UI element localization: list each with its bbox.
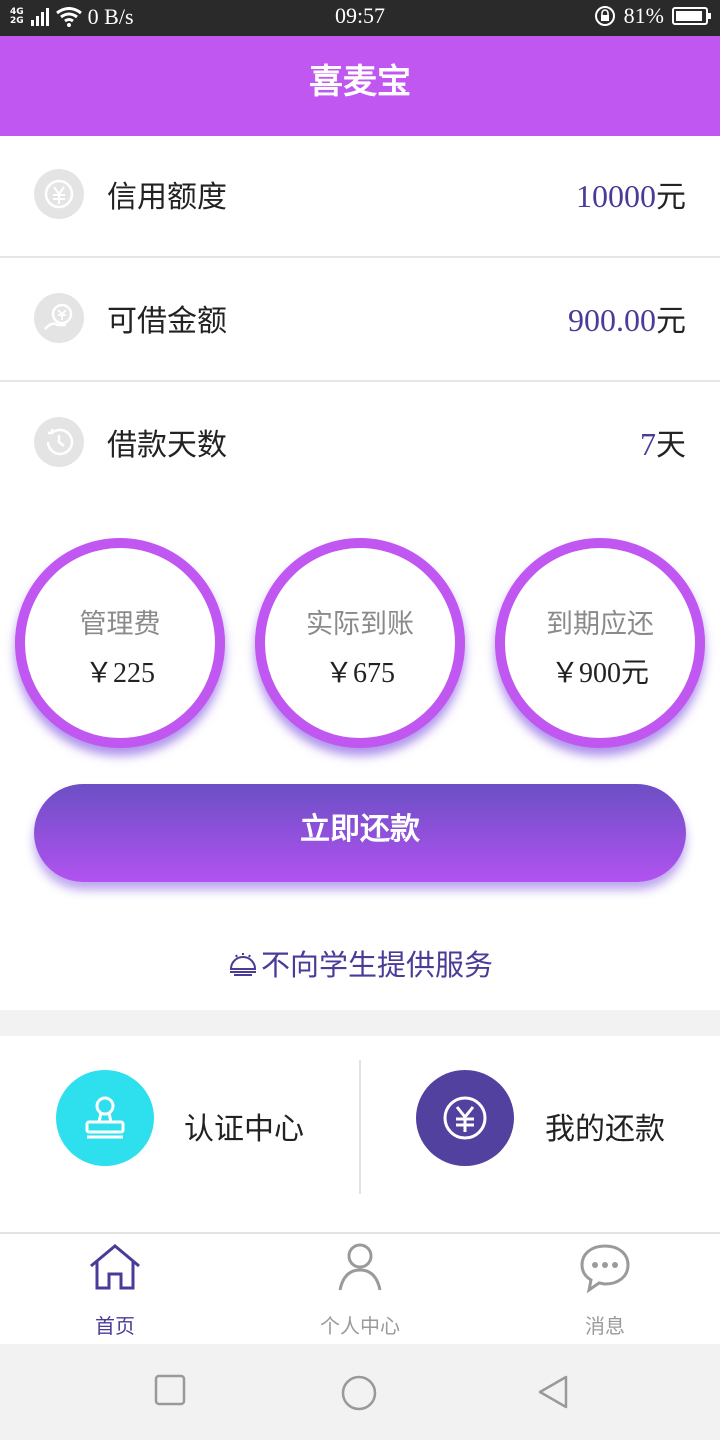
- recent-apps-icon[interactable]: [154, 1374, 186, 1406]
- loan-days-label: 借款天数: [107, 428, 227, 463]
- tab-profile[interactable]: 个人中心: [240, 1234, 480, 1346]
- person-icon: [338, 1243, 382, 1291]
- bell-icon: [229, 953, 256, 976]
- page-title: 喜麦宝: [0, 36, 720, 136]
- management-fee-circle: 管理费 ￥225: [15, 538, 225, 748]
- home-icon: [90, 1244, 140, 1290]
- due-amount-title: 到期应还: [546, 609, 654, 640]
- certification-center-link[interactable]: 认证中心: [184, 1104, 304, 1148]
- chat-bubble-icon: [580, 1244, 630, 1294]
- student-notice: 不向学生提供服务: [0, 942, 720, 984]
- back-icon[interactable]: [536, 1374, 570, 1410]
- status-right: 81%: [594, 3, 711, 29]
- loan-days-value: 7天: [640, 426, 686, 463]
- yen-circle-icon: [34, 169, 84, 219]
- tab-messages[interactable]: 消息: [485, 1234, 720, 1346]
- yen-hand-icon: [34, 293, 84, 343]
- loan-days-row: 借款天数 7天: [0, 384, 720, 506]
- due-amount-circle: 到期应还 ￥900元: [495, 538, 705, 748]
- management-fee-value: ￥225: [84, 658, 155, 689]
- available-amount-value: 900.00元: [568, 302, 686, 339]
- bottom-tab-bar: 首页 个人中心 消息: [0, 1232, 720, 1344]
- credit-limit-label: 信用额度: [107, 180, 227, 215]
- tab-home[interactable]: 首页: [0, 1234, 235, 1346]
- battery-percent: 81%: [623, 3, 664, 28]
- credit-limit-row: 信用额度 10000元: [0, 136, 720, 258]
- battery-icon: [672, 7, 711, 25]
- credit-limit-value: 10000元: [576, 178, 686, 215]
- notice-text: 不向学生提供服务: [260, 948, 493, 982]
- yen-icon[interactable]: [416, 1070, 514, 1166]
- quick-links: 认证中心 我的还款: [0, 1036, 720, 1232]
- rotation-lock-icon: [594, 6, 615, 26]
- home-nav-icon[interactable]: [340, 1374, 378, 1412]
- available-amount-row: 可借金额 900.00元: [0, 260, 720, 382]
- tab-messages-label: 消息: [585, 1314, 625, 1338]
- stamp-icon[interactable]: [56, 1070, 154, 1166]
- quick-links-divider: [359, 1060, 361, 1194]
- actual-received-title: 实际到账: [306, 609, 414, 640]
- system-nav-bar: [0, 1344, 720, 1440]
- status-bar: 4G 2G 0 B/s 09:57 81%: [0, 0, 720, 36]
- my-repayments-link[interactable]: 我的还款: [545, 1104, 665, 1148]
- tab-profile-label: 个人中心: [320, 1314, 400, 1338]
- tab-home-label: 首页: [95, 1314, 135, 1338]
- clock-history-icon: [34, 417, 84, 467]
- repay-now-button[interactable]: 立即还款: [34, 784, 686, 882]
- management-fee-title: 管理费: [79, 609, 161, 640]
- actual-received-value: ￥675: [324, 658, 395, 689]
- available-amount-label: 可借金额: [107, 304, 227, 339]
- info-panel: 信用额度 10000元 可借金额 900.00元 借款天数 7天 管理费 ￥22…: [0, 136, 720, 1010]
- actual-received-circle: 实际到账 ￥675: [255, 538, 465, 748]
- due-amount-value: ￥900元: [550, 658, 649, 689]
